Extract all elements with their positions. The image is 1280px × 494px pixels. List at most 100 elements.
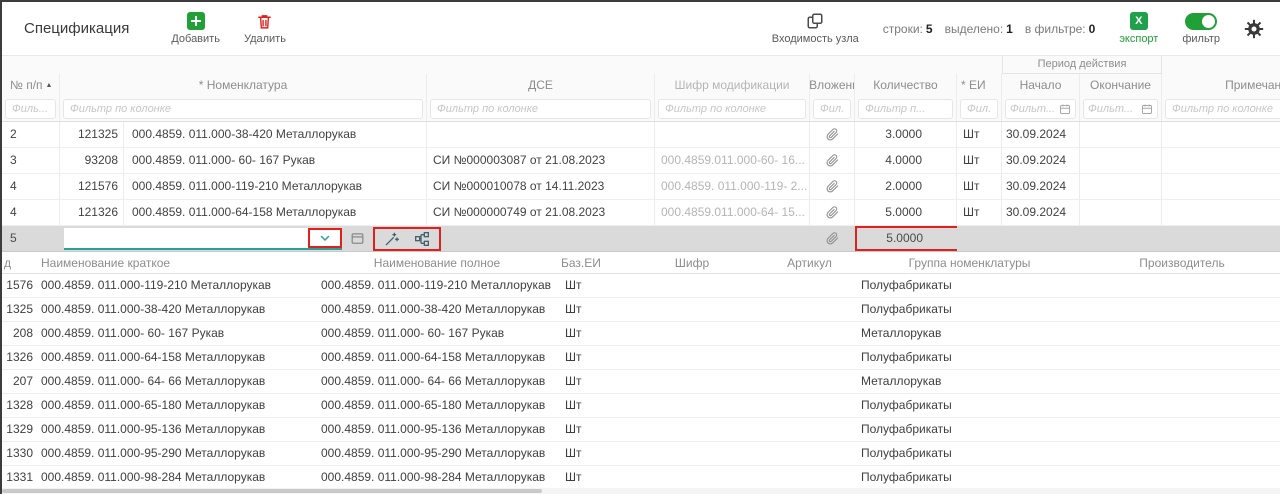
cell-row-number: 4 <box>2 200 60 225</box>
lookup-row[interactable]: 1329000.4859. 011.000-95-136 Металлорука… <box>2 418 1280 442</box>
col-header-nomenclature[interactable]: * Номенклатура <box>60 74 427 96</box>
column-header-row: № п/п▲ * Номенклатура ДСЕ Шифр модификац… <box>2 74 1280 96</box>
filter-nomenclature-input[interactable] <box>63 99 423 119</box>
lookup-cell: 000.4859. 011.000-38-420 Металлорукав <box>317 298 557 321</box>
col-header-num[interactable]: № п/п▲ <box>2 74 60 96</box>
table-stats: строки:5 выделено:1 в фильтре:0 <box>883 22 1096 36</box>
lookup-cell: 000.4859. 011.000-38-420 Металлорукав <box>37 298 317 321</box>
edit-period-start-cell[interactable] <box>1002 226 1080 251</box>
edit-unit-cell[interactable] <box>957 226 1002 251</box>
filter-attachments-input[interactable] <box>813 99 851 119</box>
col-header-period-start[interactable]: Начало <box>1002 74 1080 96</box>
lookup-cell <box>622 346 762 369</box>
filter-note-input[interactable] <box>1165 99 1280 119</box>
edit-note-cell[interactable] <box>1162 226 1280 251</box>
lookup-cell: 000.4859. 011.000-95-136 Металлорукав <box>317 418 557 441</box>
paperclip-icon[interactable] <box>826 232 839 245</box>
horizontal-scrollbar[interactable] <box>2 488 1280 494</box>
table-row[interactable]: 4121576000.4859. 011.000-119-210 Металло… <box>2 174 1280 200</box>
tree-icon[interactable] <box>414 231 430 247</box>
lookup-col-full-name[interactable]: Наименование полное <box>317 252 557 273</box>
open-card-icon[interactable] <box>350 231 365 246</box>
nomenclature-input[interactable] <box>64 228 308 248</box>
lookup-col-manufacturer[interactable]: Производитель <box>1082 252 1280 273</box>
lookup-cell: Шт <box>557 442 622 465</box>
filter-unit-input[interactable] <box>960 99 998 119</box>
lookup-row[interactable]: 1331000.4859. 011.000-98-284 Металлорука… <box>2 466 1280 488</box>
filter-dse-input[interactable] <box>430 99 651 119</box>
paperclip-icon[interactable] <box>826 180 839 193</box>
filter-toggle[interactable] <box>1185 13 1217 30</box>
calendar-icon[interactable] <box>1141 103 1153 115</box>
paperclip-icon[interactable] <box>826 128 839 141</box>
lookup-col-article[interactable]: Артикул <box>762 252 857 273</box>
filter-mod-code-input[interactable] <box>658 99 806 119</box>
filter-period-start-input[interactable] <box>1010 103 1057 115</box>
lookup-cell <box>1082 298 1280 321</box>
filter-toggle-group[interactable]: фильтр <box>1182 13 1220 45</box>
col-group-period: Период действия <box>1002 56 1162 74</box>
lookup-cell: Полуфабрикаты <box>857 394 1082 417</box>
lookup-row[interactable]: 207000.4859. 011.000- 64- 66 Металлорука… <box>2 370 1280 394</box>
chevron-down-icon[interactable] <box>308 228 342 248</box>
paperclip-icon[interactable] <box>826 154 839 167</box>
add-button[interactable]: Добавить <box>171 12 220 45</box>
lookup-col-code[interactable]: д <box>2 252 37 273</box>
col-header-quantity[interactable]: Количество <box>855 74 957 96</box>
col-header-period-end[interactable]: Окончание <box>1080 74 1162 96</box>
edit-period-end-cell[interactable] <box>1080 226 1162 251</box>
node-usage-label: Входимость узла <box>772 33 859 45</box>
table-row[interactable]: 4121326000.4859. 011.000-64-158 Металлор… <box>2 200 1280 226</box>
lookup-cell: 000.4859. 011.000-98-284 Металлорукав <box>37 466 317 488</box>
col-header-dse[interactable]: ДСЕ <box>427 74 655 96</box>
lookup-cell: Полуфабрикаты <box>857 274 1082 297</box>
lookup-cell: Шт <box>557 298 622 321</box>
lookup-cell: 000.4859. 011.000- 64- 66 Металлорукав <box>317 370 557 393</box>
settings-gear-icon[interactable] <box>1244 19 1264 39</box>
cell-dse: СИ №000003087 от 21.08.2023 <box>427 148 655 173</box>
lookup-cell: 000.4859. 011.000-119-210 Металлорукав <box>37 274 317 297</box>
table-row[interactable]: 2121325000.4859. 011.000-38-420 Металлор… <box>2 122 1280 148</box>
lookup-cell: 208 <box>2 322 37 345</box>
lookup-row[interactable]: 1326000.4859. 011.000-64-158 Металлорука… <box>2 346 1280 370</box>
edit-quantity-cell[interactable]: 5.0000 <box>855 226 957 251</box>
node-usage-button[interactable]: Входимость узла <box>772 12 859 45</box>
export-button[interactable]: X экспорт <box>1119 12 1158 45</box>
lookup-row[interactable]: 208000.4859. 011.000- 60- 167 Рукав000.4… <box>2 322 1280 346</box>
lookup-row[interactable]: 1576000.4859. 011.000-119-210 Металлорук… <box>2 274 1280 298</box>
filter-row <box>2 96 1280 122</box>
col-header-attachments[interactable]: Вложени <box>810 74 855 96</box>
lookup-row[interactable]: 1330000.4859. 011.000-95-290 Металлорука… <box>2 442 1280 466</box>
filter-num-input[interactable] <box>5 99 56 119</box>
group-header-row: Период действия <box>2 56 1280 74</box>
lookup-row[interactable]: 1325000.4859. 011.000-38-420 Металлорука… <box>2 298 1280 322</box>
delete-button[interactable]: Удалить <box>244 13 286 45</box>
lookup-cell <box>762 466 857 488</box>
col-header-note[interactable]: Примечани <box>1162 74 1280 96</box>
edit-row[interactable]: 5 <box>2 226 1280 252</box>
lookup-cell: 000.4859. 011.000-95-136 Металлорукав <box>37 418 317 441</box>
filter-period-end-input[interactable] <box>1088 103 1139 115</box>
lookup-table-body: 1576000.4859. 011.000-119-210 Металлорук… <box>2 274 1280 488</box>
lookup-header-row: д Наименование краткое Наименование полн… <box>2 252 1280 274</box>
col-header-mod-code[interactable]: Шифр модификации <box>655 74 810 96</box>
spec-table-body: 2121325000.4859. 011.000-38-420 Металлор… <box>2 122 1280 226</box>
paperclip-icon[interactable] <box>826 206 839 219</box>
lookup-col-group[interactable]: Группа номенклатуры <box>857 252 1082 273</box>
calendar-icon[interactable] <box>1059 103 1071 115</box>
table-row[interactable]: 393208000.4859. 011.000- 60- 167 РукавСИ… <box>2 148 1280 174</box>
lookup-col-base-unit[interactable]: Баз.ЕИ <box>557 252 622 273</box>
wand-icon[interactable] <box>384 231 400 247</box>
cell-dse <box>427 122 655 147</box>
lookup-row[interactable]: 1328000.4859. 011.000-65-180 Металлорука… <box>2 394 1280 418</box>
lookup-col-short-name[interactable]: Наименование краткое <box>37 252 317 273</box>
lookup-cell <box>762 418 857 441</box>
filter-quantity-input[interactable] <box>858 99 953 119</box>
col-header-unit[interactable]: * ЕИ <box>957 74 1002 96</box>
scrollbar-thumb[interactable] <box>2 489 542 493</box>
lookup-cell: Шт <box>557 394 622 417</box>
lookup-cell: 000.4859. 011.000- 60- 167 Рукав <box>37 322 317 345</box>
nomenclature-edit-input[interactable] <box>64 228 342 250</box>
lookup-col-cipher[interactable]: Шифр <box>622 252 762 273</box>
lookup-cell: 000.4859. 011.000-98-284 Металлорукав <box>317 466 557 488</box>
